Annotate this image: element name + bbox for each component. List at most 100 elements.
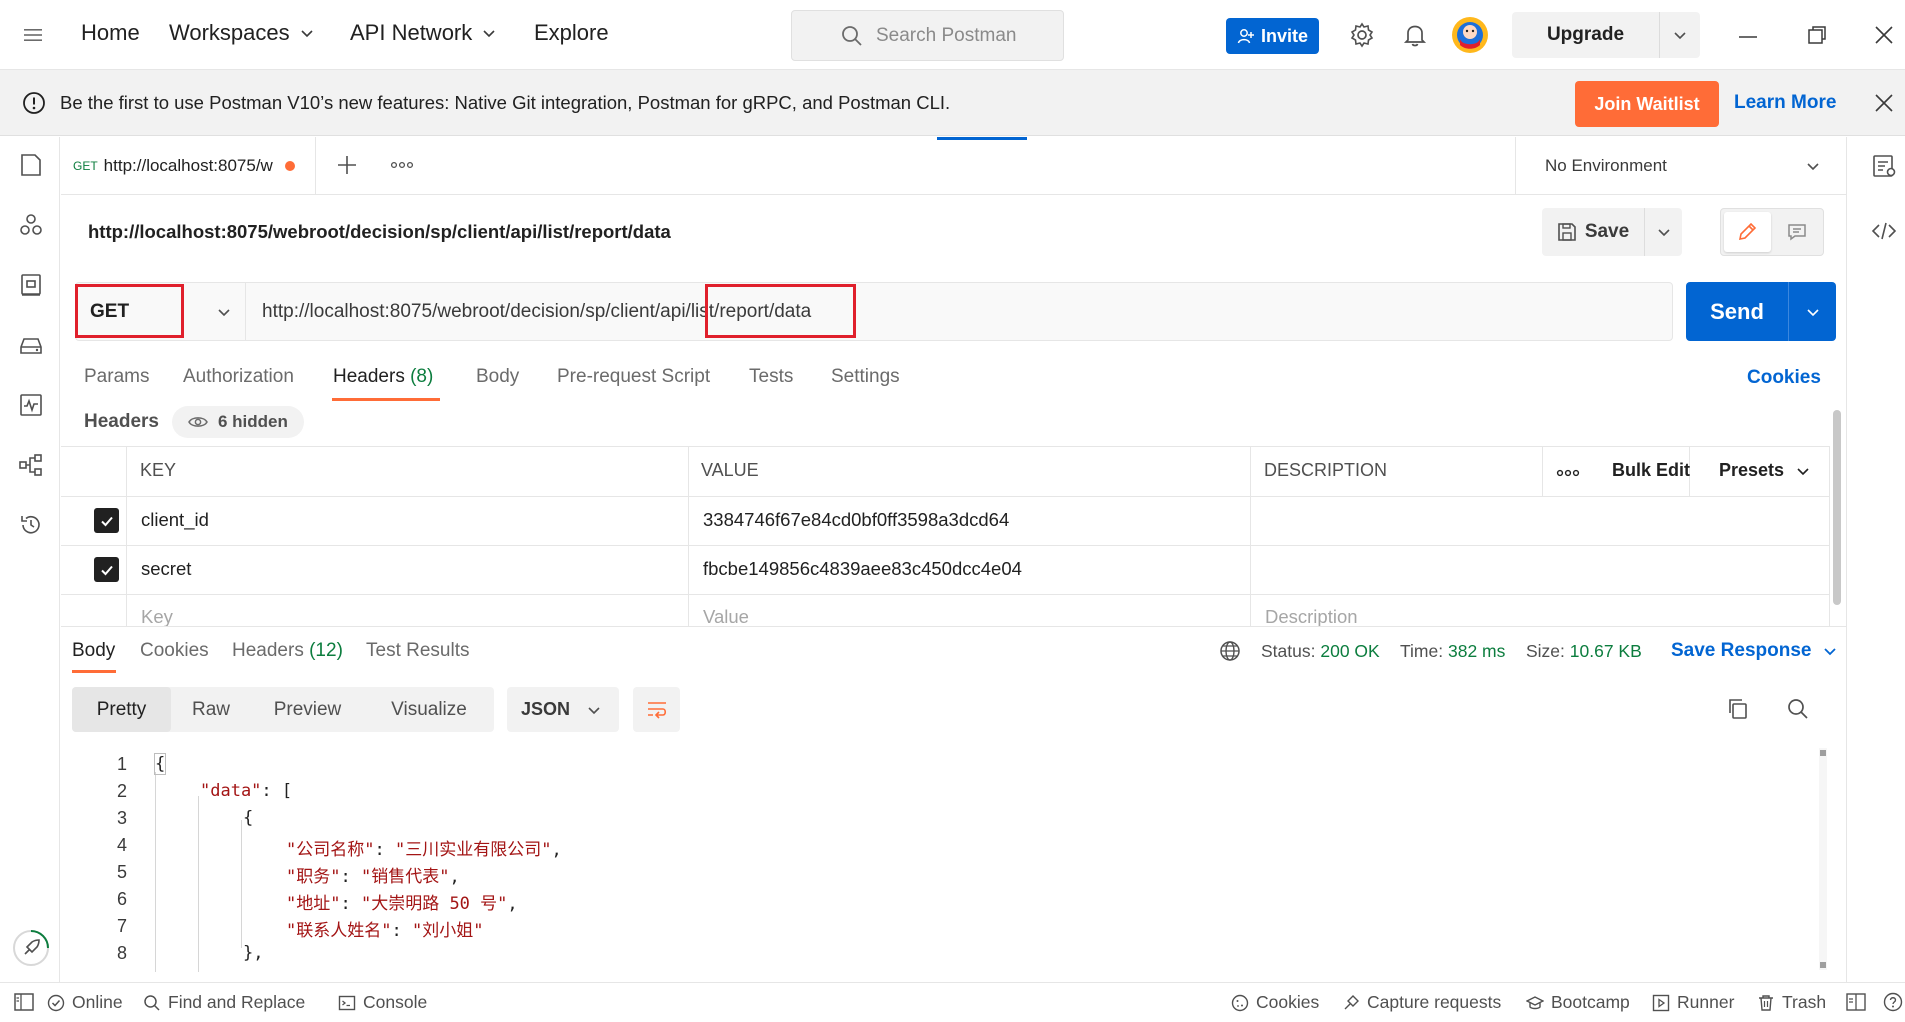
environments-icon[interactable] (18, 272, 44, 298)
more-options-icon[interactable] (1556, 466, 1580, 480)
environment-selector[interactable]: No Environment (1515, 137, 1846, 195)
cookies-button[interactable]: Cookies (1231, 992, 1319, 1013)
join-waitlist-button[interactable]: Join Waitlist (1575, 81, 1719, 127)
documentation-icon[interactable] (1871, 153, 1897, 179)
response-tab-body[interactable]: Body (72, 640, 115, 662)
tab-authorization[interactable]: Authorization (183, 366, 294, 388)
new-tab-plus-icon[interactable] (336, 154, 358, 176)
bootcamp-button[interactable]: Bootcamp (1526, 992, 1630, 1013)
response-divider[interactable] (61, 626, 1846, 627)
copy-icon[interactable] (1726, 697, 1750, 721)
view-raw[interactable]: Raw (171, 687, 251, 732)
send-label: Send (1686, 282, 1789, 341)
invite-button[interactable]: Invite (1226, 18, 1319, 54)
chevron-down-icon[interactable] (1645, 225, 1682, 239)
monitors-icon[interactable] (18, 392, 44, 418)
tab-params[interactable]: Params (84, 366, 149, 388)
chevron-down-icon[interactable] (1660, 28, 1700, 42)
runner-button[interactable]: Runner (1652, 992, 1734, 1013)
view-visualize[interactable]: Visualize (364, 687, 494, 732)
flows-icon[interactable] (18, 452, 44, 478)
settings-gear-icon[interactable] (1349, 22, 1375, 48)
code-scrollbar[interactable] (1818, 748, 1828, 970)
collections-icon[interactable] (18, 152, 44, 178)
chevron-down-icon[interactable] (1789, 282, 1836, 341)
tab-body[interactable]: Body (476, 366, 519, 388)
comment-icon[interactable] (1774, 212, 1821, 252)
search-response-icon[interactable] (1786, 697, 1810, 721)
response-tab-headers[interactable]: Headers (12) (232, 640, 343, 662)
minimize-window-icon[interactable] (1737, 26, 1759, 48)
response-tab-headers-label: Headers (232, 640, 304, 661)
tab-settings[interactable]: Settings (831, 366, 900, 388)
globe-icon[interactable] (1219, 640, 1241, 662)
apis-icon[interactable] (18, 212, 44, 238)
console-button[interactable]: Console (338, 992, 427, 1013)
cookies-link[interactable]: Cookies (1747, 367, 1821, 389)
new-description-input[interactable]: Description (1265, 606, 1358, 628)
find-replace-button[interactable]: Find and Replace (143, 992, 305, 1013)
search-placeholder: Search Postman (876, 24, 1017, 46)
row-checkbox[interactable] (94, 557, 119, 582)
scrollbar[interactable] (1833, 410, 1841, 605)
edit-pencil-icon[interactable] (1724, 212, 1771, 252)
view-preview[interactable]: Preview (251, 687, 364, 732)
response-body-code[interactable]: 1 { 2 "data": [ 3 { 4 "公司名称": "三川实业有限公司"… (61, 748, 1821, 978)
close-banner-icon[interactable] (1873, 92, 1895, 114)
two-pane-layout-icon[interactable] (1846, 992, 1866, 1012)
size-readout[interactable]: Size: 10.67 KB (1526, 641, 1642, 662)
save-label-wrap[interactable]: Save (1542, 208, 1645, 256)
response-tab-cookies[interactable]: Cookies (140, 640, 209, 662)
more-tabs-icon[interactable] (390, 158, 414, 172)
save-button[interactable]: Save (1542, 208, 1682, 256)
save-response-dropdown[interactable]: Save Response (1671, 640, 1837, 662)
hidden-headers-toggle[interactable]: 6 hidden (172, 406, 304, 438)
row-checkbox[interactable] (94, 508, 119, 533)
bulk-edit-button[interactable]: Bulk Edit (1612, 460, 1690, 481)
nav-workspaces[interactable]: Workspaces (169, 20, 314, 46)
request-title[interactable]: http://localhost:8075/webroot/decision/s… (88, 221, 671, 243)
code-line: "职务": "销售代表", (286, 862, 460, 887)
code-icon[interactable] (1871, 218, 1897, 244)
send-button[interactable]: Send (1686, 282, 1836, 341)
header-value-cell[interactable]: 3384746f67e84cd0bf0ff3598a3dcd64 (703, 509, 1009, 531)
close-window-icon[interactable] (1873, 24, 1895, 46)
header-key-cell[interactable]: client_id (141, 509, 209, 531)
presets-dropdown[interactable]: Presets (1719, 460, 1810, 481)
notification-bell-icon[interactable] (1402, 22, 1428, 48)
time-readout[interactable]: Time: 382 ms (1400, 641, 1505, 662)
status-readout[interactable]: Status: 200 OK (1261, 641, 1380, 662)
rocket-icon[interactable] (12, 929, 50, 967)
learn-more-link[interactable]: Learn More (1734, 92, 1836, 114)
online-status[interactable]: Online (47, 992, 123, 1013)
new-key-input[interactable]: Key (141, 606, 173, 628)
wrap-lines-icon[interactable] (633, 687, 680, 732)
menu-icon[interactable] (22, 24, 44, 46)
header-key-cell[interactable]: secret (141, 558, 191, 580)
chevron-down-icon (1796, 464, 1810, 478)
search-input[interactable]: Search Postman (791, 10, 1064, 61)
view-pretty[interactable]: Pretty (72, 687, 171, 732)
edit-comment-toggle[interactable] (1720, 208, 1824, 256)
request-tab[interactable]: GET http://localhost:8075/w (61, 137, 316, 195)
tab-headers[interactable]: Headers (8) (333, 366, 433, 388)
upgrade-button[interactable]: Upgrade (1512, 12, 1700, 58)
capture-requests-button[interactable]: Capture requests (1342, 992, 1501, 1013)
trash-button[interactable]: Trash (1757, 992, 1826, 1013)
format-select[interactable]: JSON (507, 687, 619, 732)
help-icon[interactable] (1883, 992, 1903, 1012)
toggle-sidebar-icon[interactable] (14, 993, 34, 1011)
new-value-input[interactable]: Value (703, 606, 749, 628)
nav-explore[interactable]: Explore (534, 20, 609, 46)
tab-tests[interactable]: Tests (749, 366, 793, 388)
tab-prerequest-script[interactable]: Pre-request Script (557, 366, 710, 388)
history-icon[interactable] (18, 512, 44, 538)
mock-servers-icon[interactable] (18, 332, 44, 358)
restore-window-icon[interactable] (1806, 24, 1828, 46)
nav-api-network[interactable]: API Network (350, 20, 496, 46)
header-value-cell[interactable]: fbcbe149856c4839aee83c450dcc4e04 (703, 558, 1022, 580)
url-input[interactable]: http://localhost:8075/webroot/decision/s… (245, 282, 1673, 341)
avatar[interactable] (1451, 16, 1489, 54)
nav-home[interactable]: Home (81, 20, 140, 46)
response-tab-test-results[interactable]: Test Results (366, 640, 469, 662)
